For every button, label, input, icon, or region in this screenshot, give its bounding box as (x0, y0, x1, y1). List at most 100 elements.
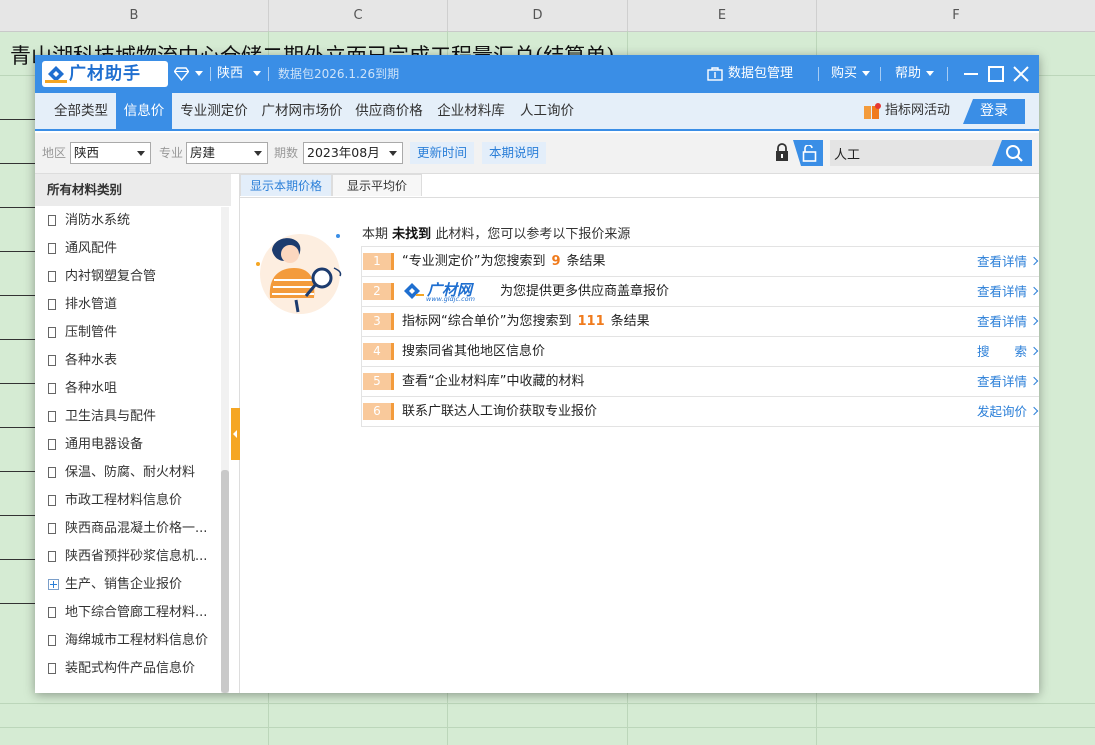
chevron-right-icon[interactable] (1029, 316, 1039, 326)
minimize-icon[interactable] (961, 64, 981, 84)
data-package-manage-button[interactable]: 数据包管理 (728, 55, 793, 93)
column-header-e[interactable]: E (628, 0, 817, 31)
chevron-right-icon[interactable] (1029, 346, 1039, 356)
column-header-bar: B C D E F (0, 0, 1095, 32)
sidebar-item[interactable]: 通用电器设备 (35, 431, 220, 459)
sidebar-item-label: 压制管件 (65, 325, 118, 340)
tab-enterprise-library[interactable]: 企业材料库 (434, 93, 508, 129)
period-select[interactable]: 2023年08月 (303, 142, 403, 164)
document-icon (48, 215, 56, 226)
tab-market-price[interactable]: 广材网市场价 (257, 93, 347, 129)
chevron-right-icon[interactable] (1029, 286, 1039, 296)
sidebar-item[interactable]: 生产、销售企业报价 (35, 571, 220, 599)
row-number-badge: 4 (363, 343, 394, 360)
chevron-down-icon (389, 151, 397, 156)
close-icon[interactable] (1011, 64, 1031, 84)
chevron-right-icon[interactable] (1029, 256, 1039, 266)
expand-plus-icon[interactable] (48, 579, 59, 590)
chevron-down-icon (254, 151, 262, 156)
reference-source-list: 1 “专业测定价”为您搜索到 9 条结果 查看详情 2 广材网 www.gldjc.com 为您… (361, 246, 1039, 427)
sidebar-scrollbar-thumb[interactable] (221, 470, 229, 693)
document-icon (48, 551, 56, 562)
region-switcher[interactable]: 陕西 (217, 55, 243, 93)
sidebar-item-label: 各种水表 (65, 353, 118, 368)
row-action-link[interactable]: 查看详情 (977, 367, 1027, 396)
intro-not-found: 未找到 (392, 227, 432, 242)
region-select[interactable]: 陕西 (70, 142, 151, 164)
row-action-link[interactable]: 查看详情 (977, 247, 1027, 276)
lock-icon[interactable] (774, 143, 790, 162)
row-text-suffix: 条结果 (610, 314, 650, 329)
chevron-down-icon (137, 151, 145, 156)
purchase-menu[interactable]: 购买 (831, 55, 857, 93)
period-note-button[interactable]: 本期说明 (482, 142, 546, 164)
help-menu[interactable]: 帮助 (895, 55, 921, 93)
title-bar[interactable]: 广材助手 陕西 数据包2026.1.26到期 数据包管理 购买 帮助 (35, 55, 1039, 93)
column-header-c[interactable]: C (269, 0, 448, 31)
tab-supplier-price[interactable]: 供应商价格 (352, 93, 426, 129)
sidebar-item[interactable]: 市政工程材料信息价 (35, 487, 220, 515)
document-icon (48, 495, 56, 506)
login-button[interactable]: 登录 (963, 99, 1025, 124)
sidebar-item[interactable]: 陕西商品混凝土价格一... (35, 515, 220, 543)
sidebar-item[interactable]: 压制管件 (35, 319, 220, 347)
sidebar-item-label: 生产、销售企业报价 (65, 577, 183, 592)
maximize-icon[interactable] (986, 64, 1006, 84)
sidebar-item[interactable]: 卫生洁具与配件 (35, 403, 220, 431)
sidebar-item[interactable]: 内衬钢塑复合管 (35, 263, 220, 291)
row-text: 查看“企业材料库”中收藏的材料 (402, 374, 585, 389)
data-package-icon[interactable] (707, 67, 723, 81)
chevron-right-icon[interactable] (1029, 376, 1039, 386)
sidebar-item[interactable]: 装配式构件产品信息价 (35, 655, 220, 683)
sidebar-item-label: 排水管道 (65, 297, 118, 312)
region-dropdown-icon[interactable] (253, 71, 261, 77)
sidebar-item[interactable]: 通风配件 (35, 235, 220, 263)
row-text: “专业测定价”为您搜索到 (402, 254, 546, 269)
sidebar-item-label: 消防水系统 (65, 213, 131, 228)
sidebar-item[interactable]: 排水管道 (35, 291, 220, 319)
row-description: 指标网“综合单价”为您搜索到 111 条结果 (402, 307, 650, 336)
unlock-toggle[interactable] (793, 140, 823, 166)
sidebar-item[interactable]: 地下综合管廊工程材料... (35, 599, 220, 627)
row-action-link[interactable]: 搜 索 (977, 337, 1027, 366)
sidebar-item-label: 通风配件 (65, 241, 118, 256)
tab-current-price[interactable]: 显示本期价格 (240, 174, 332, 196)
row-action-link[interactable]: 发起询价 (977, 397, 1027, 426)
reference-source-row: 3 指标网“综合单价”为您搜索到 111 条结果 查看详情 (362, 307, 1039, 337)
update-time-button[interactable]: 更新时间 (410, 142, 474, 164)
document-icon (48, 383, 56, 394)
tab-info-price[interactable]: 信息价 (116, 93, 172, 129)
column-header-d[interactable]: D (448, 0, 628, 31)
tab-all-types[interactable]: 全部类型 (47, 93, 115, 129)
column-header-f[interactable]: F (817, 0, 1095, 31)
vip-dropdown-icon[interactable] (195, 71, 203, 77)
document-icon (48, 299, 56, 310)
sidebar-item[interactable]: 海绵城市工程材料信息价 (35, 627, 220, 655)
sidebar-item[interactable]: 消防水系统 (35, 207, 220, 235)
sidebar-item[interactable]: 各种水表 (35, 347, 220, 375)
tab-average-price[interactable]: 显示平均价 (332, 174, 422, 196)
purchase-dropdown-icon[interactable] (862, 71, 870, 77)
sidebar-collapse-handle[interactable] (231, 408, 240, 460)
sidebar-item[interactable]: 各种水咀 (35, 375, 220, 403)
row-description: 联系广联达人工询价获取专业报价 (402, 397, 597, 426)
tab-manual-inquiry[interactable]: 人工询价 (517, 93, 577, 129)
row-action-link[interactable]: 查看详情 (977, 277, 1027, 306)
search-input[interactable] (830, 140, 1000, 166)
row-action-link[interactable]: 查看详情 (977, 307, 1027, 336)
promo-link[interactable]: 指标网活动 (885, 93, 971, 129)
app-name: 广材助手 (69, 64, 141, 84)
sidebar-item[interactable]: 保温、防腐、耐火材料 (35, 459, 220, 487)
intro-prefix: 本期 (362, 227, 389, 242)
sidebar-item[interactable]: 陕西省预拌砂浆信息机... (35, 543, 220, 571)
column-header-b[interactable]: B (0, 0, 269, 31)
promo-book-icon[interactable] (863, 103, 881, 121)
chevron-right-icon[interactable] (1029, 406, 1039, 416)
specialty-select[interactable]: 房建 (186, 142, 268, 164)
tab-professional-price[interactable]: 专业测定价 (177, 93, 251, 129)
row-text-suffix: 条结果 (566, 254, 606, 269)
help-dropdown-icon[interactable] (926, 71, 934, 77)
row-text: 联系广联达人工询价获取专业报价 (402, 404, 598, 419)
diamond-vip-icon[interactable] (174, 67, 189, 81)
sidebar-item-label: 通用电器设备 (65, 437, 144, 452)
